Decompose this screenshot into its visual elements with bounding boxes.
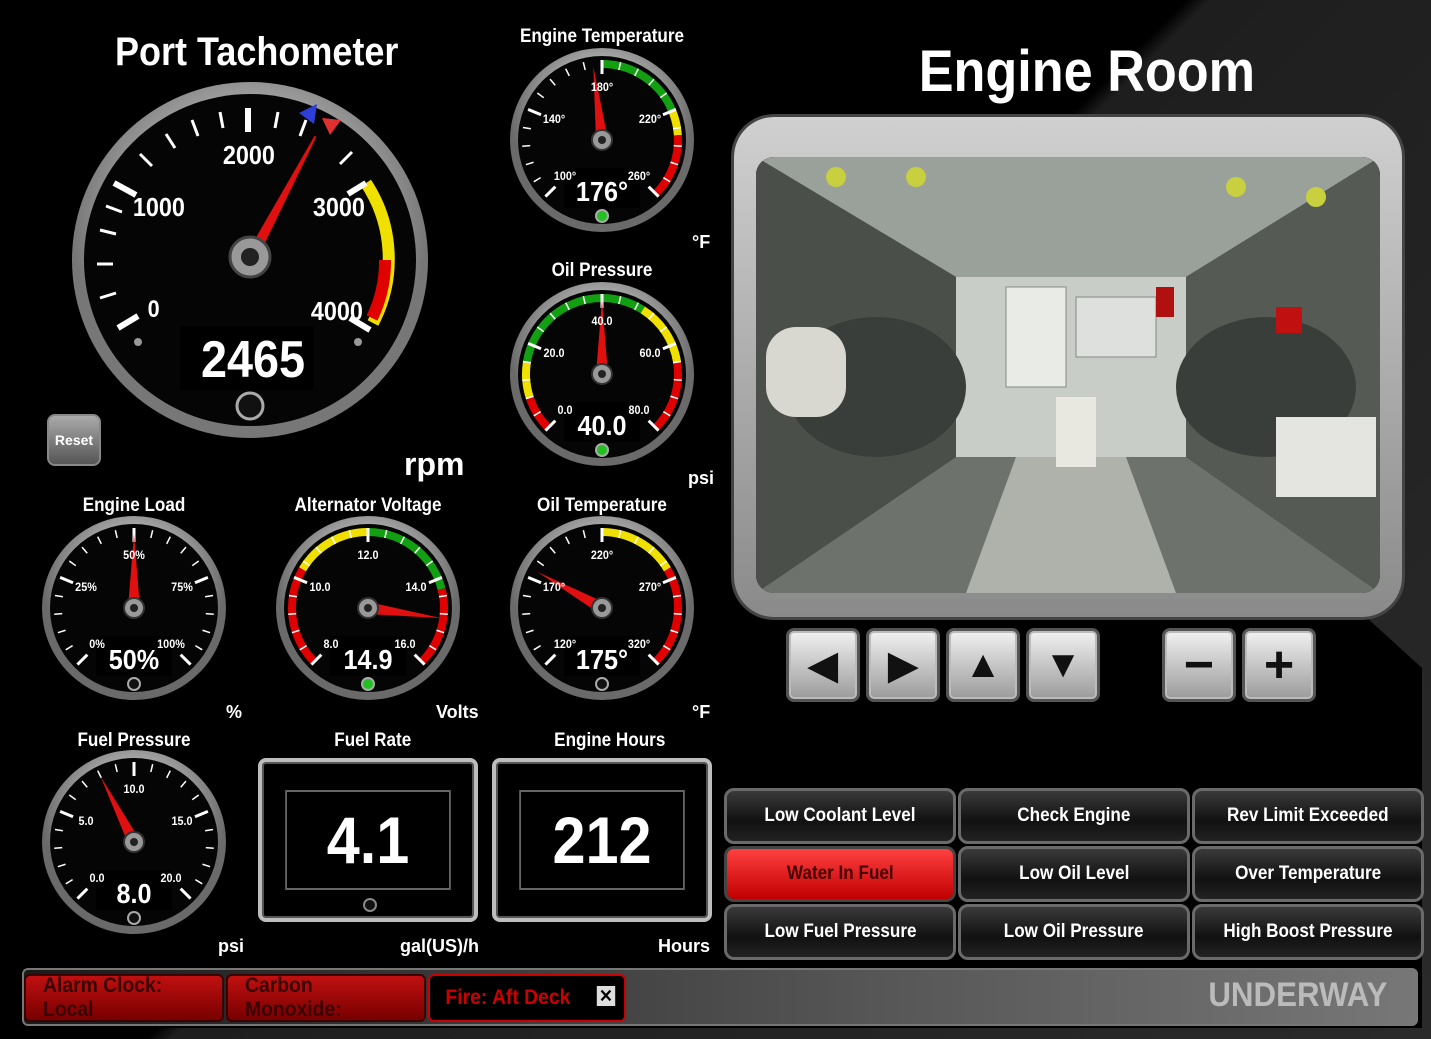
fuel-pressure-unit: psi xyxy=(218,936,245,956)
engine-temp-tick-label: 140° xyxy=(542,112,566,127)
engine-temp-gauge xyxy=(510,48,694,232)
fuel-rate-title: Fuel Rate xyxy=(334,730,412,751)
camera-title: Engine Room xyxy=(918,39,1256,104)
arrow-down-icon: ▼ xyxy=(1044,643,1082,686)
tilt-up-button[interactable]: ▲ xyxy=(946,628,1020,702)
arrow-up-icon: ▲ xyxy=(964,643,1002,686)
alarm-low-fuel-pressure[interactable]: Low Fuel Pressure xyxy=(724,904,956,960)
fuel-pressure-readout: 8.0 xyxy=(116,878,152,909)
reset-button-label: Reset xyxy=(54,432,94,448)
fuel-rate-display: 4.1 xyxy=(258,758,478,922)
oil-pressure-readout: 40.0 xyxy=(577,410,627,441)
reset-button[interactable]: Reset xyxy=(47,414,101,466)
alarm-low-coolant-level[interactable]: Low Coolant Level xyxy=(724,788,956,844)
pan-left-button[interactable]: ◀ xyxy=(786,628,860,702)
alarm-label: Over Temperature xyxy=(1234,863,1382,884)
engine-hours-title: Engine Hours xyxy=(554,730,666,751)
engine-load-tick-label: 75% xyxy=(171,580,193,595)
zoom-in-button[interactable]: + xyxy=(1242,628,1316,702)
alternator-gauge xyxy=(276,516,460,700)
alternator-readout: 14.9 xyxy=(343,644,393,675)
pan-right-button[interactable]: ▶ xyxy=(866,628,940,702)
engine-temp-unit: °F xyxy=(692,232,711,252)
alarm-label: Low Coolant Level xyxy=(764,805,916,826)
alarm-label: Check Engine xyxy=(1017,805,1131,826)
status-tag-alarm-clock[interactable]: Alarm Clock: Local xyxy=(24,974,224,1022)
plus-icon: + xyxy=(1263,636,1295,694)
oil-pressure-tick-label: 40.0 xyxy=(591,314,613,328)
engine-temp-tick-label: 180° xyxy=(590,80,614,94)
mode-indicator: UNDERWAY xyxy=(1208,976,1388,1014)
engine-hours-value: 212 xyxy=(519,790,685,890)
zoom-out-button[interactable]: − xyxy=(1162,628,1236,702)
alternator-tick-label: 10.0 xyxy=(309,580,331,595)
alarm-high-boost-pressure[interactable]: High Boost Pressure xyxy=(1192,904,1424,960)
alarm-label: Rev Limit Exceeded xyxy=(1227,805,1389,826)
oil-pressure-unit: psi xyxy=(688,468,715,488)
fuel-pressure-tick-label: 15.0 xyxy=(171,814,193,829)
alternator-unit: Volts xyxy=(436,702,479,722)
status-tag-label: Alarm Clock: Local xyxy=(43,974,163,1021)
engine-load-unit: % xyxy=(226,702,243,722)
arrow-right-icon: ▶ xyxy=(888,644,918,687)
alarm-over-temperature[interactable]: Over Temperature xyxy=(1192,846,1424,902)
status-tag-label: Carbon Monoxide: xyxy=(245,974,342,1021)
engine-load-gauge xyxy=(42,516,226,700)
engine-hours-display: 212 xyxy=(492,758,712,922)
alternator-tick-label: 14.0 xyxy=(405,580,427,595)
oil-temp-gauge xyxy=(510,516,694,700)
alarm-label: High Boost Pressure xyxy=(1223,921,1393,942)
alarm-label: Water In Fuel xyxy=(786,863,894,884)
fuel-pressure-tick-label: 10.0 xyxy=(123,782,145,796)
fuel-rate-value: 4.1 xyxy=(285,790,451,890)
alarm-label: Low Oil Level xyxy=(1018,863,1130,884)
engine-temp-tick-label: 220° xyxy=(638,112,662,127)
fuel-pressure-tick-label: 5.0 xyxy=(78,814,94,829)
camera-frame xyxy=(734,117,1402,617)
tilt-down-button[interactable]: ▼ xyxy=(1026,628,1100,702)
close-icon[interactable]: ✕ xyxy=(596,986,616,1006)
fuel-rate-unit: gal(US)/h xyxy=(400,936,479,956)
fuel-rate-knob xyxy=(363,898,377,912)
oil-temp-tick-label: 170° xyxy=(542,580,566,595)
engine-room-video[interactable] xyxy=(756,157,1380,593)
alarm-label: Low Oil Pressure xyxy=(1004,921,1144,942)
tach-needle xyxy=(228,135,317,279)
tachometer-title: Port Tachometer xyxy=(115,30,399,74)
oil-pressure-tick-label: 20.0 xyxy=(543,346,565,361)
status-tag-label: Fire: Aft Deck xyxy=(445,986,571,1009)
engine-load-tick-label: 50% xyxy=(123,548,145,562)
alarm-water-in-fuel[interactable]: Water In Fuel xyxy=(724,846,956,902)
oil-pressure-gauge xyxy=(510,282,694,466)
oil-temp-tick-label: 270° xyxy=(638,580,662,595)
alternator-tick-label: 12.0 xyxy=(357,548,379,562)
engine-load-tick-label: 25% xyxy=(75,580,97,595)
oil-pressure-tick-label: 60.0 xyxy=(639,346,661,361)
alarm-rev-limit-exceeded[interactable]: Rev Limit Exceeded xyxy=(1192,788,1424,844)
tach-unit: rpm xyxy=(404,446,465,482)
fuel-pressure-gauge xyxy=(42,750,226,934)
alarm-check-engine[interactable]: Check Engine xyxy=(958,788,1190,844)
status-tag-carbon-monoxide[interactable]: Carbon Monoxide: xyxy=(226,974,426,1022)
oil-temp-readout: 175° xyxy=(575,644,629,675)
oil-temp-tick-label: 220° xyxy=(590,548,614,562)
engine-hours-unit: Hours xyxy=(658,936,711,956)
engine-room-image xyxy=(756,157,1380,593)
engine-load-readout: 50% xyxy=(108,644,160,675)
alarm-label: Low Fuel Pressure xyxy=(763,921,917,942)
engine-temp-readout: 176° xyxy=(575,176,629,207)
oil-temp-unit: °F xyxy=(692,702,711,722)
alarm-low-oil-pressure[interactable]: Low Oil Pressure xyxy=(958,904,1190,960)
status-tag-fire[interactable]: Fire: Aft Deck ✕ xyxy=(428,974,626,1022)
arrow-left-icon: ◀ xyxy=(808,644,838,687)
alarm-low-oil-level[interactable]: Low Oil Level xyxy=(958,846,1190,902)
minus-icon: − xyxy=(1183,636,1215,694)
